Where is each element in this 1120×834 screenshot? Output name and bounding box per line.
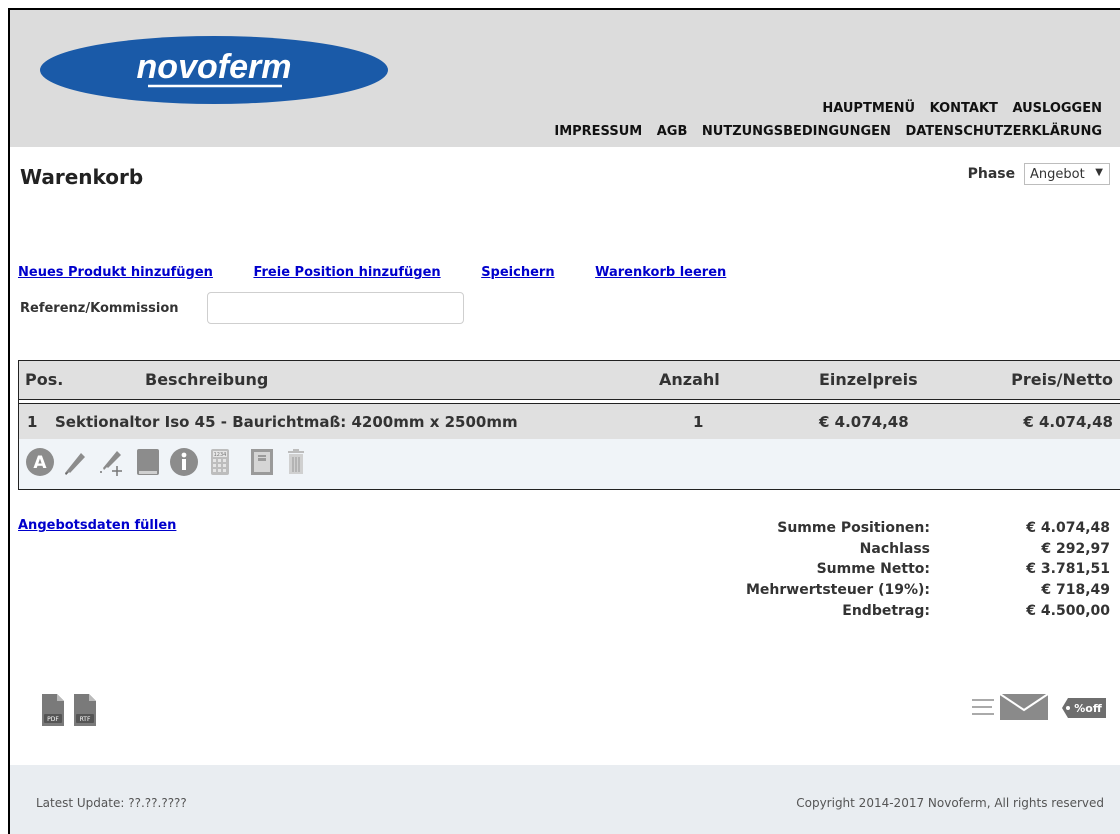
calculator-icon[interactable]: 1234: [205, 447, 235, 477]
discount-label: %off: [1074, 702, 1102, 715]
footer: Latest Update: ??.??.???? Copyright 2014…: [10, 765, 1120, 834]
cart-table: Pos. Beschreibung Anzahl Einzelpreis Pre…: [18, 360, 1120, 490]
copyright: Copyright 2014-2017 Novoferm, All rights…: [796, 796, 1104, 810]
novoferm-logo[interactable]: novoferm: [38, 34, 390, 106]
rtf-export-icon[interactable]: RTF: [72, 693, 98, 727]
header-pos: Pos.: [25, 370, 64, 389]
page-frame: novoferm HAUPTMENÜ KONTAKT AUSLOGGEN IMP…: [8, 8, 1120, 834]
header-qty: Anzahl: [659, 370, 720, 389]
page-title: Warenkorb: [20, 165, 144, 189]
header-net-price: Preis/Netto: [1011, 370, 1113, 389]
info-icon[interactable]: [169, 447, 199, 477]
pdf-export-icon[interactable]: PDF: [40, 693, 66, 727]
main-nav: HAUPTMENÜ KONTAKT AUSLOGGEN: [812, 101, 1102, 116]
door-icon[interactable]: [247, 447, 277, 477]
row-qty: 1: [693, 413, 704, 431]
pencil-icon[interactable]: [61, 447, 91, 477]
nav-agb[interactable]: AGB: [657, 124, 688, 139]
table-row: 1 Sektionaltor Iso 45 - Baurichtmaß: 420…: [19, 403, 1120, 440]
cart-actions: Neues Produkt hinzufügen Freie Position …: [18, 265, 762, 280]
save-link[interactable]: Speichern: [481, 265, 554, 280]
send-mail-icon[interactable]: [970, 692, 1052, 722]
phase-label: Phase: [967, 166, 1016, 182]
table-header: Pos. Beschreibung Anzahl Einzelpreis Pre…: [19, 361, 1120, 400]
latest-update: Latest Update: ??.??.????: [36, 796, 187, 810]
legal-nav: IMPRESSUM AGB NUTZUNGSBEDINGUNGEN DATENS…: [544, 124, 1102, 139]
discount-icon[interactable]: %off: [1060, 696, 1108, 720]
nav-ausloggen[interactable]: AUSLOGGEN: [1012, 101, 1102, 116]
summary-value-net: € 3.781,51: [1026, 561, 1110, 578]
clear-cart-link[interactable]: Warenkorb leeren: [595, 265, 726, 280]
phase-control: Phase Angebot ▼: [968, 163, 1110, 185]
add-product-link[interactable]: Neues Produkt hinzufügen: [18, 265, 213, 280]
row-unit-price: € 4.074,48: [819, 413, 909, 431]
trash-icon[interactable]: [281, 447, 311, 477]
summary-value-vat: € 718,49: [1041, 582, 1110, 599]
row-description: Sektionaltor Iso 45 - Baurichtmaß: 4200m…: [55, 413, 518, 431]
logo-text: novoferm: [137, 48, 292, 86]
a-circle-icon[interactable]: A: [25, 447, 55, 477]
row-net-price: € 4.074,48: [1023, 413, 1113, 431]
summary-value-total: € 4.500,00: [1026, 602, 1110, 619]
summary-label-total: Endbetrag:: [842, 602, 930, 619]
summary-label-discount: Nachlass: [859, 540, 930, 557]
summary-value-positions: € 4.074,48: [1026, 520, 1110, 536]
summary-values: € 4.074,48 € 292,97 € 3.781,51 € 718,49 …: [1026, 518, 1110, 622]
rtf-label: RTF: [80, 716, 91, 723]
dropdown-arrow-icon: ▼: [1095, 167, 1103, 178]
pdf-label: PDF: [47, 716, 59, 723]
summary-label-net: Summe Netto:: [816, 561, 930, 578]
calculator-display: 1234: [214, 452, 227, 458]
svg-text:A: A: [33, 453, 47, 473]
header-unit-price: Einzelpreis: [819, 370, 918, 389]
nav-datenschutz[interactable]: DATENSCHUTZERKLÄRUNG: [905, 124, 1102, 139]
row-actions: A 1234: [19, 439, 1120, 489]
summary-labels: Summe Positionen: Nachlass Summe Netto: …: [746, 518, 930, 622]
reference-label: Referenz/Kommission: [20, 301, 179, 316]
phase-select[interactable]: Angebot ▼: [1024, 163, 1110, 185]
nav-hauptmenu[interactable]: HAUPTMENÜ: [822, 101, 915, 116]
nav-impressum[interactable]: IMPRESSUM: [554, 124, 642, 139]
header-description: Beschreibung: [145, 370, 269, 389]
pencil-plus-icon[interactable]: [97, 447, 127, 477]
summary-label-vat: Mehrwertsteuer (19%):: [746, 582, 930, 599]
summary-value-discount: € 292,97: [1041, 540, 1110, 557]
header: novoferm HAUPTMENÜ KONTAKT AUSLOGGEN IMP…: [10, 10, 1120, 147]
nav-kontakt[interactable]: KONTAKT: [930, 101, 998, 116]
book-icon[interactable]: [133, 447, 163, 477]
add-free-position-link[interactable]: Freie Position hinzufügen: [253, 265, 440, 280]
summary-label-positions: Summe Positionen:: [777, 520, 930, 536]
reference-input[interactable]: [207, 292, 464, 324]
nav-nutzungsbedingungen[interactable]: NUTZUNGSBEDINGUNGEN: [702, 124, 891, 139]
row-pos: 1: [27, 413, 38, 431]
fill-offer-data-link[interactable]: Angebotsdaten füllen: [18, 518, 176, 533]
phase-select-value: Angebot: [1030, 167, 1085, 182]
